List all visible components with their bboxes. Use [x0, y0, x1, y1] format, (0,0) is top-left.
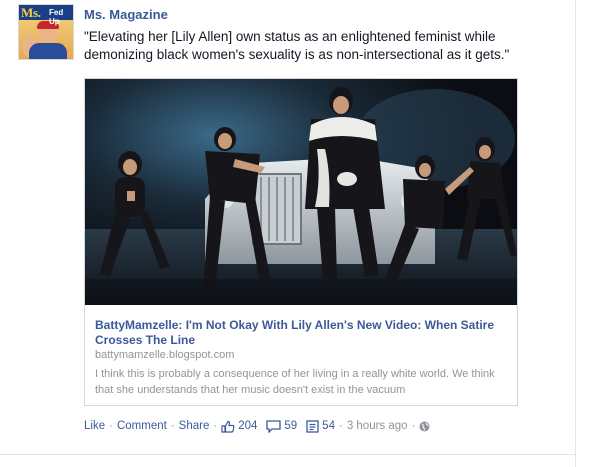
avatar-logo-text: Ms.	[21, 5, 41, 20]
likes-count-link[interactable]: 204	[221, 420, 257, 433]
globe-icon[interactable]	[419, 421, 430, 432]
page-avatar[interactable]: Ms. Fed Up	[18, 4, 74, 60]
comments-count-link[interactable]: 59	[266, 419, 298, 433]
music-video-still-icon	[85, 79, 517, 305]
post-actions-bar: Like · Comment · Share · 204 59 54 · 3 h…	[84, 418, 430, 434]
like-link[interactable]: Like	[84, 420, 105, 432]
separator: ·	[170, 420, 175, 432]
separator: ·	[338, 420, 343, 432]
feed-column-border	[575, 0, 576, 467]
post-bottom-border	[0, 454, 576, 455]
news-feed-post: Ms. Fed Up Ms. Magazine "Elevating her […	[0, 0, 592, 467]
attachment-domain: battymamzelle.blogspot.com	[95, 349, 235, 361]
comments-count: 59	[284, 420, 298, 432]
post-message: "Elevating her [Lily Allen] own status a…	[84, 29, 510, 62]
shares-count: 54	[322, 420, 335, 432]
attachment-image[interactable]	[85, 79, 517, 305]
attachment-description: I think this is probably a consequence o…	[95, 368, 495, 396]
avatar-logo-subtext: Fed Up	[49, 8, 64, 26]
page-name-link[interactable]: Ms. Magazine	[84, 7, 168, 22]
avatar-figure-shirt	[29, 43, 67, 59]
link-attachment[interactable]: BattyMamzelle: I'm Not Okay With Lily Al…	[84, 78, 518, 406]
share-link[interactable]: Share	[179, 420, 210, 432]
likes-count: 204	[238, 420, 258, 432]
thumbs-up-icon	[221, 420, 235, 433]
attachment-title-link[interactable]: BattyMamzelle: I'm Not Okay With Lily Al…	[95, 318, 507, 348]
shares-count-link[interactable]: 54	[306, 419, 335, 433]
separator: ·	[213, 420, 218, 432]
share-icon	[306, 419, 319, 433]
comment-bubble-icon	[266, 419, 282, 433]
separator: ·	[109, 420, 113, 432]
comment-link[interactable]: Comment	[117, 420, 167, 432]
separator: ·	[411, 420, 416, 432]
post-timestamp[interactable]: 3 hours ago	[347, 420, 408, 432]
